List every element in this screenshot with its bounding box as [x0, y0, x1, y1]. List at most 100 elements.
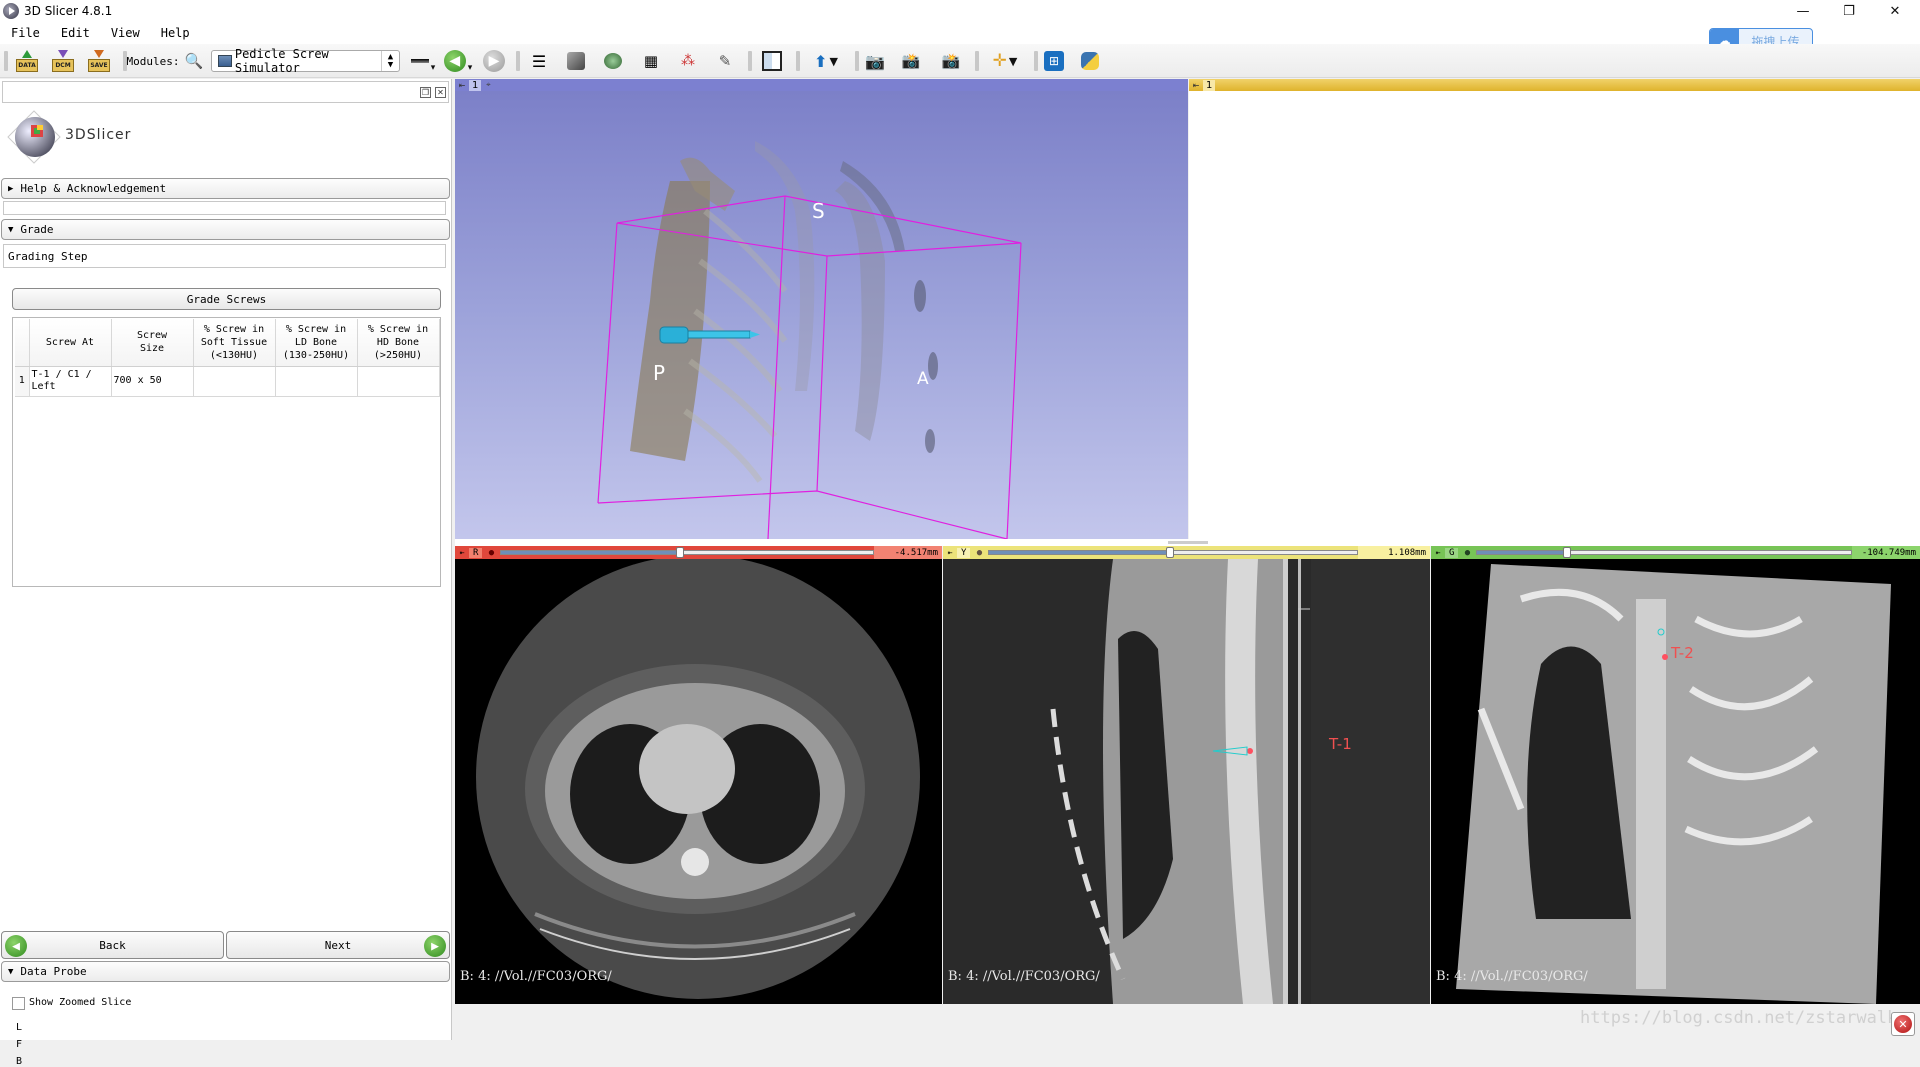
grade-screws-button[interactable]: Grade Screws	[12, 288, 441, 310]
menu-view[interactable]: View	[100, 26, 150, 40]
col-screw-at[interactable]: Screw At	[29, 319, 112, 367]
pin-icon[interactable]: ⇤	[1431, 548, 1445, 557]
transforms-button[interactable]: ▦	[639, 49, 663, 73]
back-button[interactable]: ◀ Back	[1, 931, 224, 959]
markups-button[interactable]: ⁂	[676, 49, 700, 73]
axial-ct-image	[476, 559, 920, 999]
3d-view[interactable]: S P A	[455, 91, 1188, 539]
col-index-header[interactable]	[15, 319, 30, 367]
view-splitter[interactable]	[455, 539, 1920, 546]
menu-edit[interactable]: Edit	[50, 26, 100, 40]
module-selector[interactable]: Pedicle Screw Simulator ▲ ▼	[211, 47, 400, 75]
fiducial-t1-label[interactable]: T-1	[1329, 735, 1352, 753]
pin-icon[interactable]: ⇤	[1189, 81, 1203, 90]
yellow-slice-label: Y	[957, 547, 971, 558]
extension-manager-button[interactable]: ⊞	[1042, 49, 1066, 73]
restore-button[interactable]: ❐	[1826, 0, 1872, 22]
caret-right-icon: ▶	[8, 183, 14, 194]
orientation-anterior: A	[917, 369, 929, 389]
grade-section-header[interactable]: ▼ Grade	[1, 219, 450, 240]
close-dock-icon[interactable]: ✕	[435, 87, 446, 98]
load-data-button[interactable]: DATA	[14, 49, 40, 73]
green-slice-view[interactable]: T-2 B: 4: //Vol.//FC03/ORG/	[1431, 559, 1920, 1004]
help-section-header[interactable]: ▶ Help & Acknowledgement	[1, 178, 450, 199]
data-module-button[interactable]: ☰	[527, 49, 551, 73]
green-offset-value[interactable]: -104.749mm	[1852, 546, 1920, 559]
menu-help[interactable]: Help	[150, 26, 200, 40]
up-arrow-icon	[22, 50, 32, 58]
screw-table: Screw At Screw Size % Screw in Soft Tiss…	[12, 317, 441, 587]
cell-hd-bone[interactable]	[357, 366, 440, 397]
arrow-right-icon: ▶	[483, 50, 505, 72]
previous-module-button[interactable]: ◀ ▾	[443, 49, 473, 73]
pin-icon[interactable]: ⇤	[943, 548, 957, 557]
grade-section-label: Grade	[20, 223, 54, 236]
scene-view-button[interactable]: 📸	[899, 49, 923, 73]
cell-soft-tissue[interactable]	[193, 366, 276, 397]
center-view-icon[interactable]: ⌖	[481, 80, 495, 90]
table-row[interactable]: 1 T-1 / C1 / Left 700 x 50	[15, 366, 440, 397]
toolbar-separator	[748, 51, 752, 71]
overlay-close-button[interactable]: ✕	[1891, 1012, 1915, 1036]
probe-layout-line: L	[16, 1022, 23, 1033]
fiducials-icon: ⁂	[681, 53, 695, 69]
dicom-button[interactable]: DCM	[50, 49, 76, 73]
dock-header: ❐ ✕	[2, 81, 449, 103]
splitter-handle[interactable]	[1168, 541, 1208, 544]
yellow-slice-view[interactable]: T-1 B: 4: //Vol.//FC03/ORG/	[943, 559, 1430, 1004]
arrow-left-icon: ◀	[443, 50, 466, 72]
next-module-button[interactable]: ▶	[480, 49, 508, 73]
slider-handle[interactable]	[675, 547, 684, 558]
save-button[interactable]: SAVE	[86, 49, 112, 73]
col-soft-tissue[interactable]: % Screw in Soft Tissue (<130HU)	[193, 319, 276, 367]
fiducial-t2-label[interactable]: T-2	[1671, 644, 1694, 662]
cube-icon	[567, 52, 585, 70]
cell-screw-size[interactable]: 700 x 50	[111, 366, 194, 397]
toolbar-grip[interactable]	[4, 51, 8, 71]
menu-file[interactable]: File	[0, 26, 50, 40]
editor-button[interactable]: ✎	[713, 49, 737, 73]
screenshot-button[interactable]: 📷	[863, 49, 887, 73]
visibility-eye-icon[interactable]: ●	[1458, 548, 1476, 558]
module-history-button[interactable]: ▾	[410, 49, 436, 73]
float-dock-icon[interactable]: ❐	[420, 87, 431, 98]
step-title: Grading Step	[3, 244, 446, 268]
minimize-button[interactable]: —	[1780, 0, 1826, 22]
slider-handle[interactable]	[1563, 547, 1572, 558]
yellow-offset-slider[interactable]	[988, 547, 1358, 558]
show-zoomed-slice-checkbox[interactable]	[12, 997, 25, 1010]
close-button[interactable]: ✕	[1872, 0, 1918, 22]
volumes-button[interactable]	[564, 49, 588, 73]
visibility-eye-icon[interactable]: ●	[482, 548, 500, 558]
pin-icon[interactable]: ⇤	[455, 81, 469, 90]
back-label: Back	[99, 938, 126, 952]
view3d-controller-bar: ⇤ 1 ⌖	[455, 79, 1188, 91]
view-up-button[interactable]: ⬆ ▼	[806, 49, 846, 73]
red-slice-view[interactable]: B: 4: //Vol.//FC03/ORG/	[455, 559, 942, 1004]
module-search-icon[interactable]: 🔍	[183, 49, 205, 73]
yellow-offset-value[interactable]: 1.108mm	[1358, 546, 1430, 559]
scene-snapshot-button[interactable]: 📸	[936, 49, 966, 73]
crosshair-button[interactable]: ✛ ▼	[985, 49, 1025, 73]
red-offset-slider[interactable]	[500, 547, 874, 558]
next-button[interactable]: Next ▶	[226, 931, 450, 959]
col-hd-bone[interactable]: % Screw in HD Bone (>250HU)	[357, 319, 440, 367]
red-offset-value[interactable]: -4.517mm	[874, 546, 942, 559]
models-button[interactable]	[601, 49, 625, 73]
layout-button[interactable]	[758, 49, 786, 73]
visibility-eye-icon[interactable]: ●	[970, 548, 988, 558]
python-console-button[interactable]	[1078, 49, 1102, 73]
empty-view[interactable]	[1189, 91, 1920, 539]
sagittal-ct-image	[943, 559, 1430, 1004]
pin-icon[interactable]: ⇤	[455, 548, 469, 557]
col-ld-bone[interactable]: % Screw in LD Bone (130-250HU)	[275, 319, 358, 367]
col-screw-size[interactable]: Screw Size	[111, 319, 194, 367]
slider-handle[interactable]	[1165, 547, 1174, 558]
slider-fill	[1477, 551, 1568, 554]
cell-ld-bone[interactable]	[275, 366, 358, 397]
data-probe-section-header[interactable]: ▼ Data Probe	[1, 961, 450, 982]
green-offset-slider[interactable]	[1476, 547, 1852, 558]
slicer-logo	[4, 107, 68, 167]
main-toolbar: DATA DCM SAVE Modules: 🔍 Pedicle Screw S…	[0, 44, 1920, 78]
cell-screw-at[interactable]: T-1 / C1 / Left	[29, 366, 112, 397]
